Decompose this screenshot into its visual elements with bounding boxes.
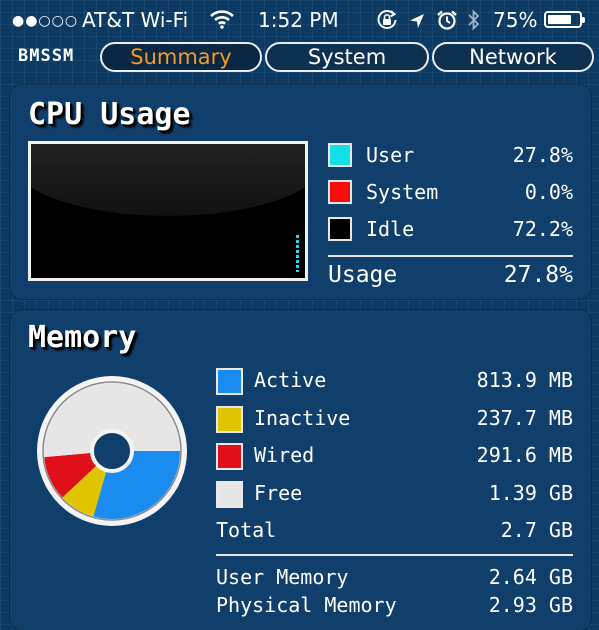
- cpu-usage-panel: CPU Usage User 27.8% System 0.0% Idle 72…: [10, 85, 591, 299]
- cpu-system-value: 0.0%: [524, 180, 573, 204]
- wifi-icon: [210, 9, 234, 35]
- tab-summary[interactable]: Summary: [100, 42, 262, 72]
- idle-color-swatch: [328, 217, 352, 241]
- status-bar: ●●○○○ AT&T Wi-Fi 1:52 PM 75%: [0, 0, 599, 40]
- cpu-divider: [328, 255, 573, 257]
- memory-free-value: 1.39 GB: [488, 481, 573, 505]
- signal-strength-icon: ●●○○○: [12, 13, 79, 29]
- memory-active-value: 813.9 MB: [476, 368, 573, 392]
- memory-title: Memory: [28, 320, 137, 355]
- memory-total-label: Total: [216, 518, 277, 542]
- bluetooth-icon: [466, 8, 482, 38]
- memory-free-label: Free: [254, 481, 303, 505]
- user-memory-label: User Memory: [216, 565, 349, 589]
- cpu-usage-value: 27.8%: [503, 262, 573, 288]
- memory-legend-active: Active 813.9 MB: [216, 366, 573, 395]
- graph-gloss: [31, 144, 305, 216]
- carrier-name: AT&T Wi-Fi: [82, 8, 189, 32]
- system-color-swatch: [328, 180, 352, 204]
- memory-total-row: Total 2.7 GB: [216, 516, 573, 544]
- cpu-usage-bar: [296, 235, 299, 272]
- battery-tip: [582, 17, 585, 23]
- memory-legend-free: Free 1.39 GB: [216, 479, 573, 508]
- cpu-legend-system: System 0.0%: [328, 178, 573, 206]
- cpu-usage-title: CPU Usage: [28, 97, 191, 132]
- cpu-legend-idle: Idle 72.2%: [328, 215, 573, 243]
- user-memory-value: 2.64 GB: [488, 565, 573, 589]
- battery-percentage: 75%: [493, 8, 538, 32]
- pie-center-hole: [90, 429, 134, 473]
- user-color-swatch: [328, 143, 352, 167]
- cpu-user-label: User: [366, 143, 415, 167]
- rotation-lock-icon: [376, 9, 398, 37]
- user-memory-row: User Memory 2.64 GB: [216, 563, 573, 591]
- alarm-clock-icon: [436, 9, 458, 37]
- location-arrow-icon: [408, 10, 426, 36]
- memory-total-value: 2.7 GB: [500, 518, 573, 542]
- cpu-idle-label: Idle: [366, 217, 415, 241]
- memory-inactive-value: 237.7 MB: [476, 406, 573, 430]
- memory-panel: Memory Active 813.9 MB Inactive 237.7 MB…: [10, 310, 591, 630]
- cpu-system-label: System: [366, 180, 439, 204]
- cpu-usage-label: Usage: [328, 262, 398, 288]
- wired-color-swatch: [216, 443, 243, 470]
- cpu-usage-total: Usage 27.8%: [328, 261, 573, 289]
- tab-system[interactable]: System: [265, 42, 429, 72]
- memory-pie-chart: [37, 376, 187, 526]
- cpu-idle-value: 72.2%: [512, 217, 573, 241]
- cpu-usage-graph: [28, 141, 308, 281]
- active-color-swatch: [216, 368, 243, 395]
- cpu-legend-user: User 27.8%: [328, 141, 573, 169]
- battery-level-fill: [548, 15, 571, 24]
- physical-memory-value: 2.93 GB: [488, 593, 573, 617]
- app-name: BMSSM: [18, 46, 75, 66]
- memory-wired-label: Wired: [254, 443, 315, 467]
- physical-memory-row: Physical Memory 2.93 GB: [216, 591, 573, 619]
- inactive-color-swatch: [216, 406, 243, 433]
- free-color-swatch: [216, 481, 243, 508]
- cpu-user-value: 27.8%: [512, 143, 573, 167]
- memory-inactive-label: Inactive: [254, 406, 351, 430]
- tab-network[interactable]: Network: [432, 42, 594, 72]
- memory-active-label: Active: [254, 368, 327, 392]
- physical-memory-label: Physical Memory: [216, 593, 397, 617]
- memory-legend-wired: Wired 291.6 MB: [216, 441, 573, 470]
- memory-wired-value: 291.6 MB: [476, 443, 573, 467]
- memory-divider: [216, 554, 573, 556]
- memory-legend-inactive: Inactive 237.7 MB: [216, 404, 573, 433]
- clock-time: 1:52 PM: [258, 8, 339, 32]
- battery-icon: [544, 11, 585, 28]
